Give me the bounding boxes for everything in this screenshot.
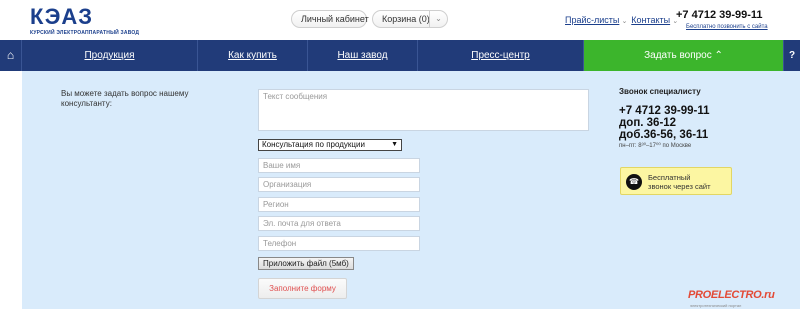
- nav-item-products[interactable]: Продукция: [22, 40, 198, 71]
- phone-input[interactable]: Телефон: [258, 236, 420, 251]
- chevron-down-icon: ⌄: [621, 18, 628, 25]
- nav-item-ask-question[interactable]: Задать вопрос ⌃: [584, 40, 784, 71]
- topic-select[interactable]: Консультация по продукции ▼: [258, 139, 402, 151]
- nav-item-press-center[interactable]: Пресс-центр: [418, 40, 584, 71]
- nav-label: Задать вопрос ⌃: [644, 50, 723, 61]
- headset-icon: ☎: [626, 174, 642, 190]
- specialist-ext: доб.36-56, 36-11: [619, 129, 709, 141]
- header: КЭАЗ КУРСКИЙ ЭЛЕКТРОАППАРАТНЫЙ ЗАВОД Лич…: [0, 0, 800, 40]
- organization-input[interactable]: Организация: [258, 177, 420, 192]
- region-input[interactable]: Регион: [258, 197, 420, 212]
- specialist-ext: доп. 36-12: [619, 117, 677, 129]
- price-lists-link[interactable]: Прайс-листы: [565, 15, 619, 25]
- name-input[interactable]: Ваше имя: [258, 158, 420, 173]
- cart-button[interactable]: Корзина (0) ⌄: [372, 10, 448, 28]
- dropdown-arrow-icon: ▼: [391, 141, 398, 148]
- submit-button[interactable]: Заполните форму: [258, 278, 347, 299]
- free-call-text: Бесплатный звонок через сайт: [648, 173, 711, 191]
- home-icon[interactable]: ⌂: [0, 40, 22, 71]
- cart-label: Корзина (0): [382, 14, 430, 24]
- attach-file-button[interactable]: Приложить файл (5мб): [258, 257, 354, 270]
- logo[interactable]: КЭАЗ КУРСКИЙ ЭЛЕКТРОАППАРАТНЫЙ ЗАВОД: [30, 4, 150, 37]
- nav-item-how-to-buy[interactable]: Как купить: [198, 40, 308, 71]
- chevron-down-icon[interactable]: ⌄: [429, 10, 447, 28]
- logo-subtitle: КУРСКИЙ ЭЛЕКТРОАППАРАТНЫЙ ЗАВОД: [30, 30, 140, 36]
- topic-selected-value: Консультация по продукции: [262, 140, 365, 149]
- header-phone: +7 4712 39-99-11: [676, 9, 763, 21]
- free-call-link[interactable]: Бесплатно позвонить с сайта: [686, 24, 768, 30]
- specialist-phone: +7 4712 39-99-11: [619, 105, 710, 117]
- working-hours: пн–пт: 8³⁰–17⁰⁰ по Москве: [619, 143, 692, 149]
- nav-item-our-plant[interactable]: Наш завод: [308, 40, 418, 71]
- cabinet-button[interactable]: Личный кабинет: [291, 10, 369, 28]
- free-call-line: Бесплатный: [648, 173, 691, 182]
- help-button[interactable]: ?: [784, 40, 800, 71]
- specialist-call-block: Звонок специалисту +7 4712 39-99-11 доп.…: [619, 87, 779, 149]
- question-panel: Вы можете задать вопрос нашему консульта…: [22, 71, 800, 309]
- nav-label: Пресс-центр: [471, 50, 530, 61]
- main-nav: ⌂ Продукция Как купить Наш завод Пресс-ц…: [0, 40, 800, 71]
- nav-label: Наш завод: [337, 50, 388, 61]
- message-textarea[interactable]: Текст сообщения: [258, 89, 589, 131]
- top-links: Прайс-листы ⌄ Контакты ⌄: [565, 15, 682, 25]
- nav-label: Продукция: [84, 50, 135, 61]
- free-call-button[interactable]: ☎ Бесплатный звонок через сайт: [620, 167, 732, 195]
- watermark-subtitle: электротехнический портал: [690, 303, 742, 308]
- logo-text: КЭАЗ: [30, 4, 94, 29]
- contacts-link[interactable]: Контакты: [631, 15, 670, 25]
- nav-label: Как купить: [228, 50, 277, 61]
- email-input[interactable]: Эл. почта для ответа: [258, 216, 420, 231]
- free-call-line: звонок через сайт: [648, 182, 711, 191]
- specialist-call-title: Звонок специалисту: [619, 87, 701, 96]
- intro-text: Вы можете задать вопрос нашему консульта…: [61, 89, 189, 108]
- watermark-logo: PROELECTRO.ru: [688, 289, 775, 301]
